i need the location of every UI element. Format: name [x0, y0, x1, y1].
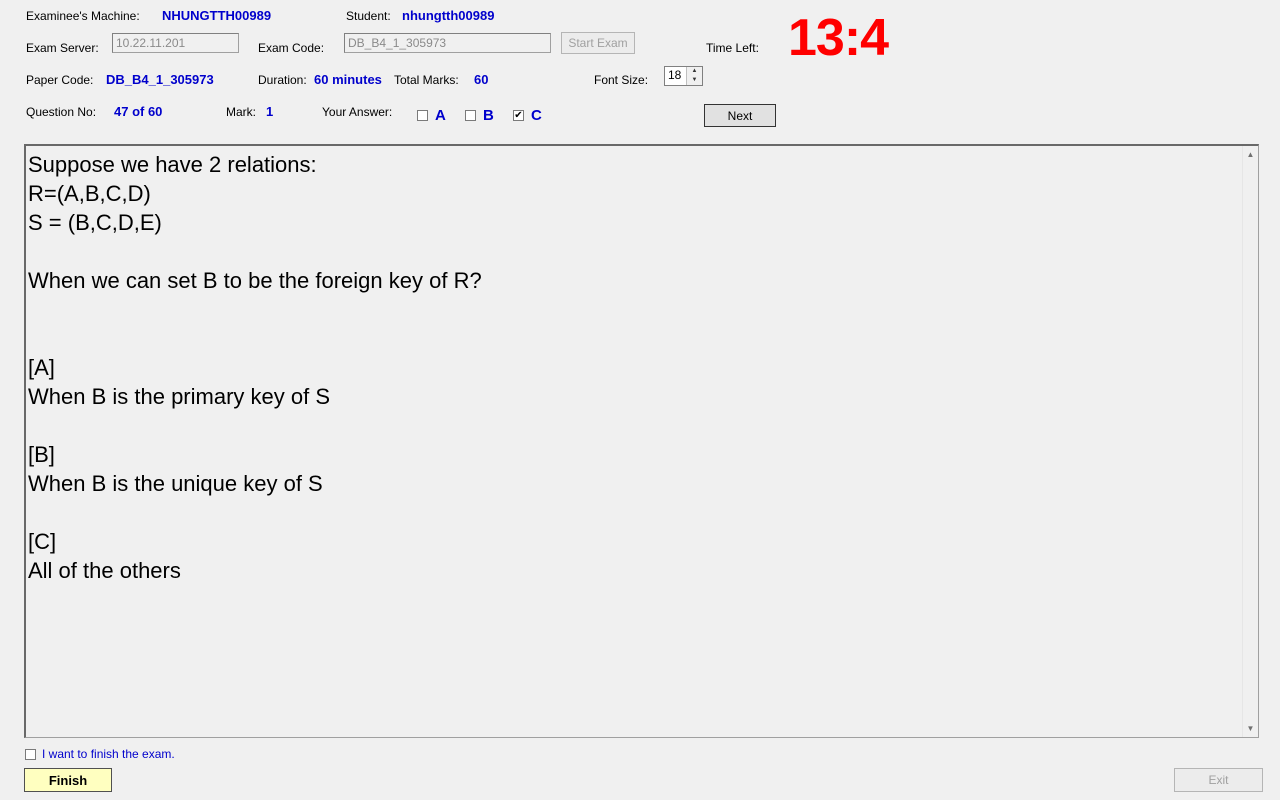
start-exam-button[interactable]: Start Exam — [561, 32, 635, 54]
question-line: [A] — [28, 355, 55, 380]
finish-exam-checkbox-label[interactable]: I want to finish the exam. — [42, 747, 175, 761]
answer-a-checkbox[interactable] — [417, 110, 428, 121]
scroll-down-icon[interactable]: ▼ — [1243, 724, 1258, 733]
exit-button[interactable]: Exit — [1174, 768, 1263, 792]
finish-button[interactable]: Finish — [24, 768, 112, 792]
question-line: When B is the primary key of S — [28, 384, 330, 409]
time-left-label: Time Left: — [706, 41, 759, 55]
question-line: R=(A,B,C,D) — [28, 181, 151, 206]
answer-c-checkbox[interactable]: ✔ — [513, 110, 524, 121]
stepper-buttons[interactable]: ▲ ▼ — [686, 67, 702, 85]
question-line: When B is the unique key of S — [28, 471, 323, 496]
question-line — [28, 324, 482, 353]
mark-value: 1 — [266, 104, 274, 119]
checkmark-icon: ✔ — [514, 110, 523, 121]
machine-label: Examinee's Machine: — [26, 9, 140, 23]
total-marks-value: 60 — [474, 72, 489, 87]
server-label: Exam Server: — [26, 41, 99, 55]
font-size-stepper[interactable]: 18 ▲ ▼ — [664, 66, 703, 86]
time-left-value: 13:4 — [788, 9, 889, 67]
total-marks-label: Total Marks: — [394, 73, 459, 87]
question-line: [B] — [28, 442, 55, 467]
duration-value: 60 minutes — [314, 72, 382, 87]
your-answer-label: Your Answer: — [322, 105, 393, 119]
paper-code-value: DB_B4_1_305973 — [106, 72, 214, 87]
question-line — [28, 237, 482, 266]
question-line: Suppose we have 2 relations: — [28, 152, 317, 177]
duration-label: Duration: — [258, 73, 307, 87]
question-no-value: 47 of 60 — [114, 104, 163, 119]
student-value: nhungtth00989 — [402, 8, 495, 23]
question-panel[interactable]: Suppose we have 2 relations: R=(A,B,C,D) S… — [24, 144, 1259, 738]
mark-label: Mark: — [226, 105, 256, 119]
question-line — [28, 295, 482, 324]
machine-value: NHUNGTTH00989 — [162, 8, 272, 23]
question-line: [C] — [28, 529, 57, 554]
font-size-value: 18 — [668, 68, 682, 82]
answer-c-label[interactable]: C — [531, 107, 542, 124]
exam-code-label: Exam Code: — [258, 41, 325, 55]
question-line — [28, 411, 482, 440]
vertical-scrollbar[interactable]: ▲ ▼ — [1242, 146, 1258, 737]
question-text: Suppose we have 2 relations: R=(A,B,C,D) S… — [28, 150, 482, 585]
stepper-up-icon[interactable]: ▲ — [687, 67, 702, 76]
scroll-up-icon[interactable]: ▲ — [1243, 150, 1258, 159]
exam-code-field: DB_B4_1_305973 — [344, 33, 551, 53]
next-button[interactable]: Next — [704, 104, 776, 127]
question-line: When we can set B to be the foreign key … — [28, 268, 482, 293]
answer-b-checkbox[interactable] — [465, 110, 476, 121]
question-line: S = (B,C,D,E) — [28, 210, 162, 235]
finish-exam-checkbox[interactable] — [25, 749, 36, 760]
student-label: Student: — [346, 9, 391, 23]
font-size-label: Font Size: — [594, 73, 649, 87]
question-no-label: Question No: — [26, 105, 97, 119]
answer-b-label[interactable]: B — [483, 107, 494, 124]
paper-code-label: Paper Code: — [26, 73, 94, 87]
question-line: All of the others — [28, 558, 181, 583]
question-line — [28, 498, 482, 527]
stepper-down-icon[interactable]: ▼ — [687, 76, 702, 85]
answer-a-label[interactable]: A — [435, 107, 446, 124]
server-field: 10.22.11.201 — [112, 33, 239, 53]
